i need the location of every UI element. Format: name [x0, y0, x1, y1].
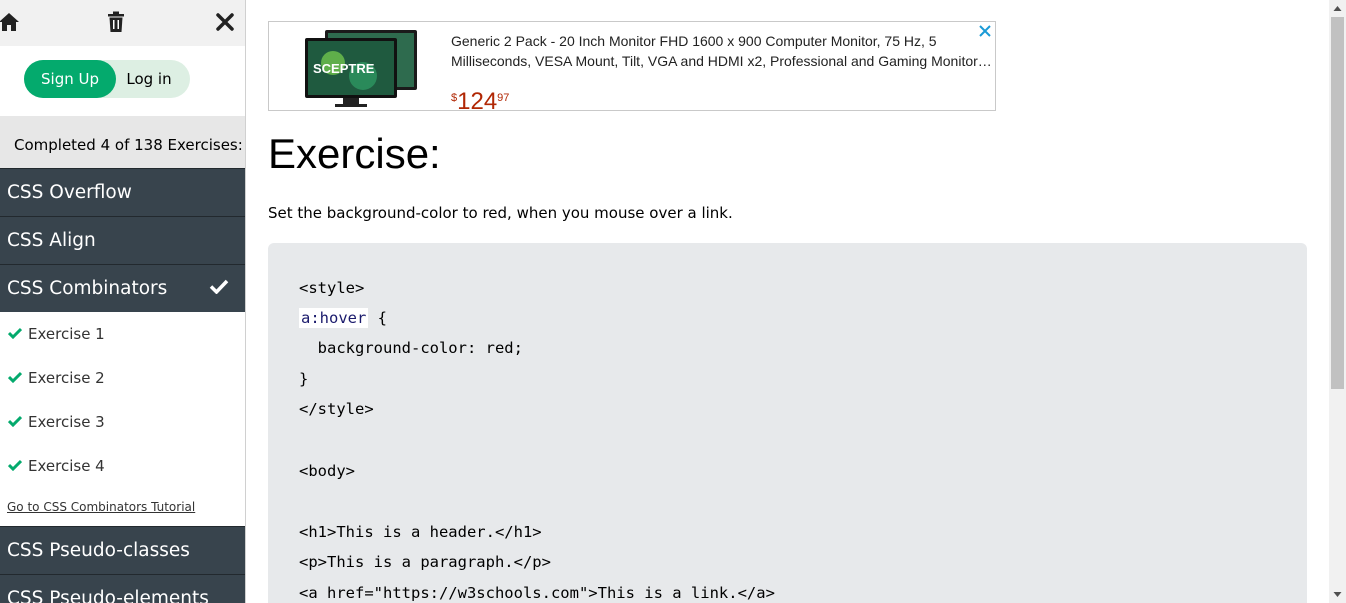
check-icon — [8, 327, 22, 341]
code-editor: <style> a:hover { background-color: red;… — [268, 243, 1307, 603]
category-css-combinators[interactable]: CSS Combinators — [0, 264, 245, 312]
ad-close-icon[interactable] — [977, 23, 993, 39]
check-icon — [8, 371, 22, 385]
scroll-down-arrow-icon[interactable] — [1333, 590, 1342, 599]
sidebar-toolbar — [0, 0, 245, 46]
scroll-up-arrow-icon[interactable] — [1333, 4, 1342, 13]
checkmark-icon — [209, 278, 229, 299]
ad-price: $12497 — [451, 88, 509, 116]
ad-brand-text: SCEPTRE — [313, 61, 375, 76]
category-css-align[interactable]: CSS Align — [0, 216, 245, 264]
vertical-scrollbar[interactable] — [1329, 0, 1346, 603]
ad-banner[interactable]: SCEPTRE Generic 2 Pack - 20 Inch Monitor… — [268, 21, 996, 115]
code-line: <style> — [299, 279, 365, 297]
sign-up-button[interactable]: Sign Up — [24, 60, 116, 98]
tutorial-link[interactable]: Go to CSS Combinators Tutorial — [0, 488, 245, 526]
code-line: <body> — [299, 462, 355, 480]
exercise-heading: Exercise: — [268, 130, 441, 177]
price-main: 124 — [457, 88, 498, 115]
code-line: background-color: red; — [299, 339, 523, 357]
exercise-item[interactable]: Exercise 3 — [0, 400, 245, 444]
category-label: CSS Combinators — [7, 278, 168, 299]
exercise-label: Exercise 3 — [28, 413, 105, 431]
close-icon[interactable] — [213, 10, 237, 34]
category-css-pseudo-elements[interactable]: CSS Pseudo-elements — [0, 574, 245, 603]
category-css-pseudo-classes[interactable]: CSS Pseudo-classes — [0, 526, 245, 574]
trash-icon[interactable] — [104, 10, 128, 34]
scrollbar-thumb[interactable] — [1331, 17, 1344, 389]
code-line: <h1>This is a header.</h1> — [299, 523, 542, 541]
exercise-list: Exercise 1 Exercise 2 Exercise 3 Exercis… — [0, 312, 245, 526]
main-content: SCEPTRE Generic 2 Pack - 20 Inch Monitor… — [246, 0, 1329, 603]
exercise-label: Exercise 1 — [28, 325, 105, 343]
price-currency: $ — [451, 92, 458, 104]
category-css-overflow[interactable]: CSS Overflow — [0, 168, 245, 216]
exercise-label: Exercise 2 — [28, 369, 105, 387]
code-line: </style> — [299, 400, 374, 418]
home-icon[interactable] — [0, 10, 21, 34]
auth-area: Sign Up Log in — [0, 46, 245, 116]
exercise-label: Exercise 4 — [28, 457, 105, 475]
exercise-instruction: Set the background-color to red, when yo… — [268, 204, 733, 222]
code-text: { — [368, 309, 387, 327]
code-line: a:hover { — [299, 308, 387, 328]
ad-title[interactable]: Generic 2 Pack - 20 Inch Monitor FHD 160… — [451, 31, 995, 71]
monitor-product-image: SCEPTRE — [303, 28, 419, 108]
exercise-item[interactable]: Exercise 1 — [0, 312, 245, 356]
exercise-sidebar: Sign Up Log in Completed 4 of 138 Exerci… — [0, 0, 246, 603]
exercise-item[interactable]: Exercise 2 — [0, 356, 245, 400]
code-line: <a href="https://w3schools.com">This is … — [299, 584, 775, 602]
check-icon — [8, 459, 22, 473]
code-line: <p>This is a paragraph.</p> — [299, 553, 551, 571]
price-cents: 97 — [497, 92, 510, 104]
answer-input[interactable]: a:hover — [299, 308, 369, 328]
code-line: } — [299, 370, 309, 388]
completed-progress-text: Completed 4 of 138 Exercises: — [0, 116, 245, 168]
exercise-item[interactable]: Exercise 4 — [0, 444, 245, 488]
log-in-button[interactable]: Log in — [118, 60, 180, 98]
check-icon — [8, 415, 22, 429]
